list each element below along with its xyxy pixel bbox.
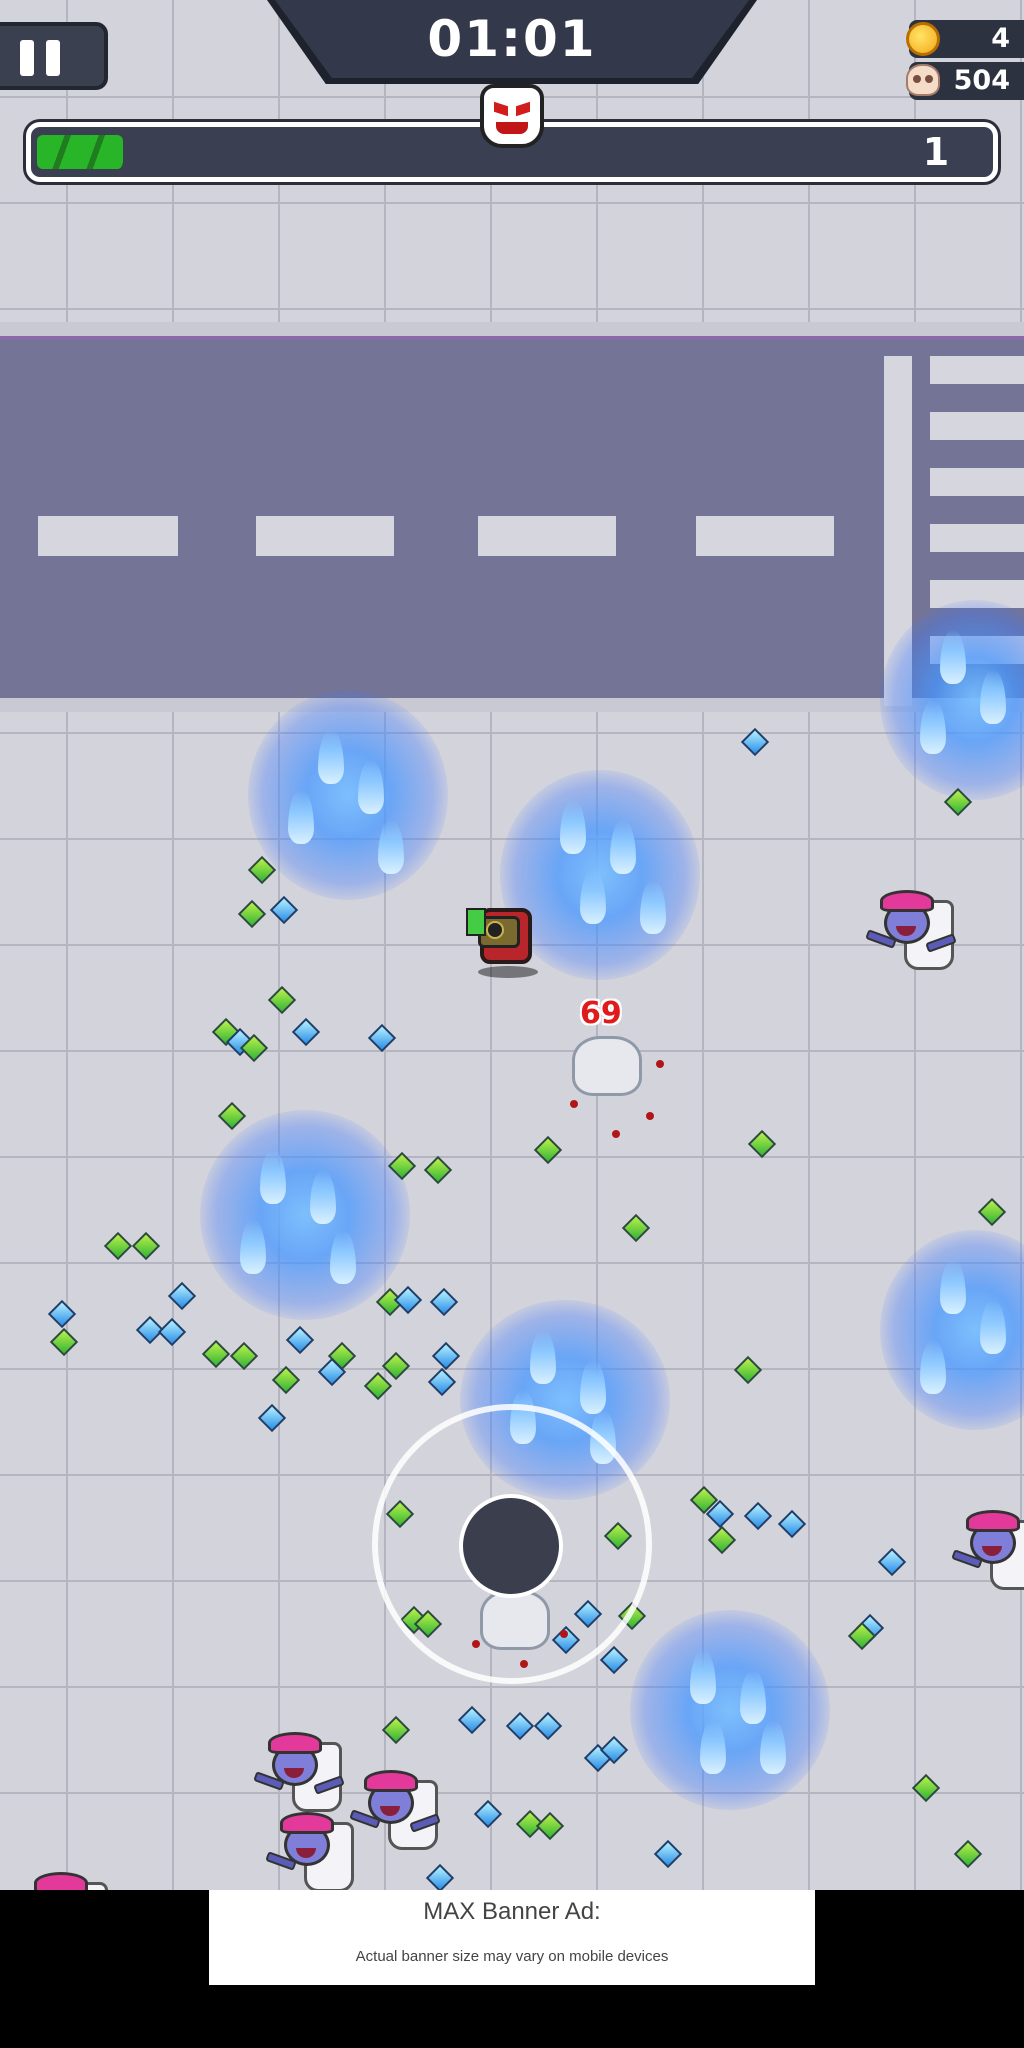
- xp-gem: [167, 1281, 197, 1311]
- pause-button[interactable]: [0, 22, 108, 90]
- xp-gem: [237, 899, 267, 929]
- enemy-toilet-monster: [265, 1810, 366, 1890]
- kill-count: 504: [953, 65, 1010, 96]
- xp-gem: [429, 1287, 459, 1317]
- ad-banner[interactable]: MAX Banner Ad: Actual banner size may va…: [209, 1890, 815, 1985]
- xp-gem: [201, 1339, 231, 1369]
- xp-gem: [953, 1839, 983, 1869]
- defeated-enemy: [572, 1036, 642, 1096]
- crosswalk-stripe: [930, 524, 1024, 552]
- xp-gem: [653, 1839, 683, 1869]
- xp-gem: [473, 1799, 503, 1829]
- enemy-toilet-monster: [865, 888, 966, 978]
- enemy-toilet-monster: [951, 1508, 1024, 1598]
- xp-gem: [457, 1705, 487, 1735]
- xp-gem: [47, 1299, 77, 1329]
- enemy-toilet-monster: [20, 1870, 120, 1890]
- xp-gem: [131, 1231, 161, 1261]
- blue-fire-zone: [880, 1230, 1024, 1430]
- xp-gem: [49, 1327, 79, 1357]
- enemy-toilet-monster: [253, 1730, 354, 1820]
- xp-gem: [743, 1501, 773, 1531]
- xp-gem: [747, 1129, 777, 1159]
- xp-gem: [157, 1317, 187, 1347]
- blue-fire-zone: [200, 1110, 410, 1320]
- xp-gem: [267, 985, 297, 1015]
- xp-gem: [393, 1285, 423, 1315]
- xp-progress-fill: [37, 135, 123, 169]
- ad-area: MAX Banner Ad: Actual banner size may va…: [0, 1890, 1024, 2048]
- player-health-bar: [466, 908, 486, 936]
- ad-title: MAX Banner Ad:: [423, 1898, 601, 1925]
- joystick-knob[interactable]: [459, 1494, 563, 1598]
- lane-marking: [256, 516, 394, 556]
- xp-gem: [777, 1509, 807, 1539]
- xp-gem: [707, 1525, 737, 1555]
- lane-marking: [478, 516, 616, 556]
- xp-gem: [621, 1213, 651, 1243]
- xp-gem: [977, 1197, 1007, 1227]
- xp-gem: [103, 1231, 133, 1261]
- xp-gem: [367, 1023, 397, 1053]
- xp-gem: [505, 1711, 535, 1741]
- xp-gem: [533, 1711, 563, 1741]
- coin-count: 4: [991, 23, 1010, 54]
- game-area: 69 01:01 4 504 1: [0, 0, 1024, 1890]
- damage-number: 69: [580, 996, 622, 1031]
- xp-gem: [269, 895, 299, 925]
- survival-timer: 01:01: [427, 10, 597, 68]
- xp-gem: [363, 1371, 393, 1401]
- xp-gem: [291, 1017, 321, 1047]
- xp-gem: [740, 727, 770, 757]
- blue-fire-zone: [630, 1610, 830, 1810]
- xp-gem: [535, 1811, 565, 1841]
- boss-skull-icon: [480, 84, 544, 148]
- xp-gem: [217, 1101, 247, 1131]
- xp-gem: [599, 1645, 629, 1675]
- road-edge: [0, 336, 1024, 340]
- xp-gem: [257, 1403, 287, 1433]
- xp-gem: [381, 1351, 411, 1381]
- crosswalk-stripe: [930, 412, 1024, 440]
- coin-icon: [906, 22, 940, 56]
- crosswalk-stripe: [930, 468, 1024, 496]
- xp-gem: [877, 1547, 907, 1577]
- ad-subtitle: Actual banner size may vary on mobile de…: [355, 1948, 669, 1965]
- lane-marking: [696, 516, 834, 556]
- xp-gem: [427, 1367, 457, 1397]
- skull-icon: [906, 64, 940, 96]
- lane-marking: [38, 516, 178, 556]
- xp-gem: [911, 1773, 941, 1803]
- level-number: 1: [922, 130, 950, 174]
- player-character: [466, 888, 546, 980]
- blue-fire-zone: [248, 690, 448, 900]
- road: [0, 322, 1024, 712]
- xp-gem: [381, 1715, 411, 1745]
- xp-gem: [431, 1341, 461, 1371]
- xp-gem: [533, 1135, 563, 1165]
- crosswalk-stripe: [930, 356, 1024, 384]
- xp-gem: [285, 1325, 315, 1355]
- xp-gem: [423, 1155, 453, 1185]
- xp-gem: [733, 1355, 763, 1385]
- xp-gem: [425, 1863, 455, 1890]
- xp-gem: [229, 1341, 259, 1371]
- xp-gem: [271, 1365, 301, 1395]
